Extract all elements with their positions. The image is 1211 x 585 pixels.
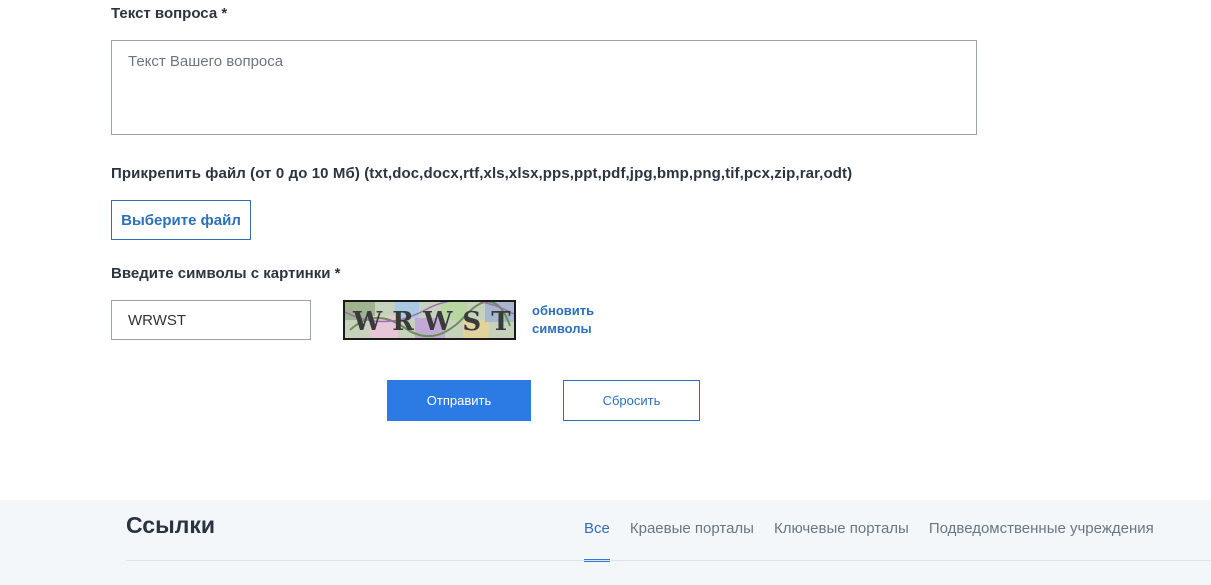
- links-tabs: Все Краевые порталы Ключевые порталы Под…: [584, 520, 1174, 562]
- captcha-label: Введите символы с картинки *: [111, 265, 341, 282]
- tab-regional-portals[interactable]: Краевые порталы: [630, 520, 754, 561]
- captcha-input[interactable]: [111, 300, 311, 340]
- refresh-link-line2: символы: [532, 321, 592, 336]
- refresh-link-line1: обновить: [532, 303, 595, 318]
- tab-all[interactable]: Все: [584, 520, 610, 562]
- feedback-form-page: Текст вопроса * Прикрепить файл (от 0 до…: [0, 0, 1211, 585]
- question-textarea[interactable]: [111, 40, 977, 135]
- tab-key-portals[interactable]: Ключевые порталы: [774, 520, 909, 561]
- choose-file-button[interactable]: Выберите файл: [111, 200, 251, 240]
- captcha-image-text: WRWST: [352, 307, 514, 337]
- tab-subordinate-institutions[interactable]: Подведомственные учреждения: [929, 520, 1154, 561]
- reset-button[interactable]: Сбросить: [563, 380, 700, 421]
- links-title: Ссылки: [126, 512, 216, 538]
- links-divider: [126, 560, 1211, 561]
- links-section: Ссылки Все Краевые порталы Ключевые порт…: [0, 500, 1211, 585]
- captcha-image: WRWST: [343, 300, 516, 340]
- question-label: Текст вопроса *: [111, 5, 228, 22]
- attach-file-label: Прикрепить файл (от 0 до 10 Мб) (txt,doc…: [111, 165, 853, 182]
- submit-button[interactable]: Отправить: [387, 380, 531, 421]
- refresh-captcha-link[interactable]: обновить символы: [532, 302, 612, 338]
